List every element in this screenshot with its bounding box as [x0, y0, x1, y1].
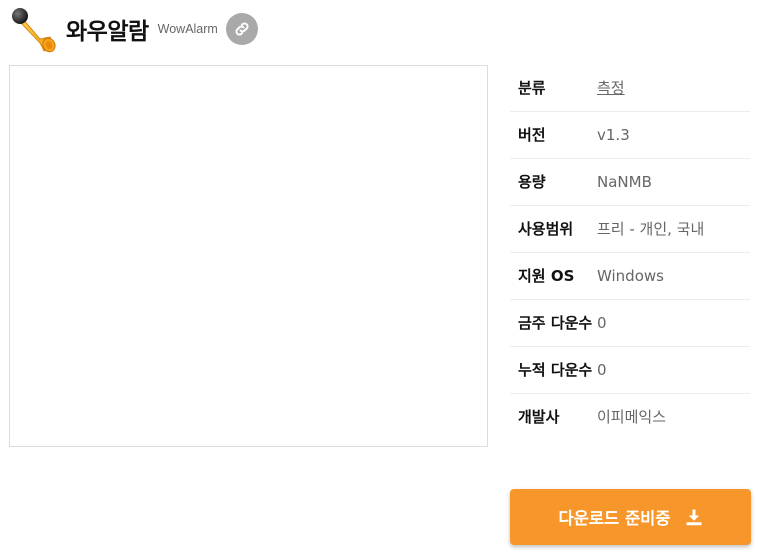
download-button[interactable]: 다운로드 준비중: [510, 489, 751, 545]
category-link[interactable]: 측정: [597, 76, 625, 100]
download-button-label: 다운로드 준비중: [558, 509, 671, 528]
info-row-size: 용량 NaNMB: [510, 159, 750, 206]
info-value: v1.3: [597, 126, 630, 144]
info-key: 버전: [518, 126, 546, 144]
info-value: 이피메익스: [597, 408, 667, 426]
link-icon: [235, 22, 249, 36]
info-key: 개발사: [518, 408, 560, 426]
info-value: 프리 - 개인, 국내: [597, 220, 705, 238]
info-key: 금주 다운수: [518, 314, 593, 332]
app-title: 와우알람: [66, 19, 149, 45]
info-row-total-downloads: 누적 다운수 0: [510, 347, 750, 394]
info-key: 분류: [518, 79, 546, 97]
info-key: 사용범위: [518, 220, 574, 238]
info-value: 0: [597, 361, 607, 379]
info-row-developer: 개발사 이피메익스: [510, 394, 750, 440]
info-key: 지원 OS: [518, 267, 575, 285]
info-row-os: 지원 OS Windows: [510, 253, 750, 300]
app-header: 와우알람 WowAlarm: [10, 4, 258, 54]
app-subtitle: WowAlarm: [157, 22, 218, 36]
info-key: 용량: [518, 173, 546, 191]
info-row-version: 버전 v1.3: [510, 112, 750, 159]
download-icon: [686, 509, 701, 526]
info-value: 0: [597, 314, 607, 332]
info-value: NaNMB: [597, 173, 652, 191]
air-horn-icon: [12, 8, 56, 53]
info-row-category: 분류 측정: [510, 65, 750, 112]
screenshot-preview: [9, 65, 488, 447]
app-detail-page: 와우알람 WowAlarm 분류 측정 버전 v1.3 용량 NaNMB 사용범…: [0, 0, 758, 553]
info-key: 누적 다운수: [518, 361, 593, 379]
info-row-license: 사용범위 프리 - 개인, 국내: [510, 206, 750, 253]
homepage-link-button[interactable]: [225, 13, 258, 45]
info-row-weekly-downloads: 금주 다운수 0: [510, 300, 750, 347]
info-table: 분류 측정 버전 v1.3 용량 NaNMB 사용범위 프리 - 개인, 국내 …: [510, 65, 750, 440]
info-value: Windows: [597, 267, 664, 285]
